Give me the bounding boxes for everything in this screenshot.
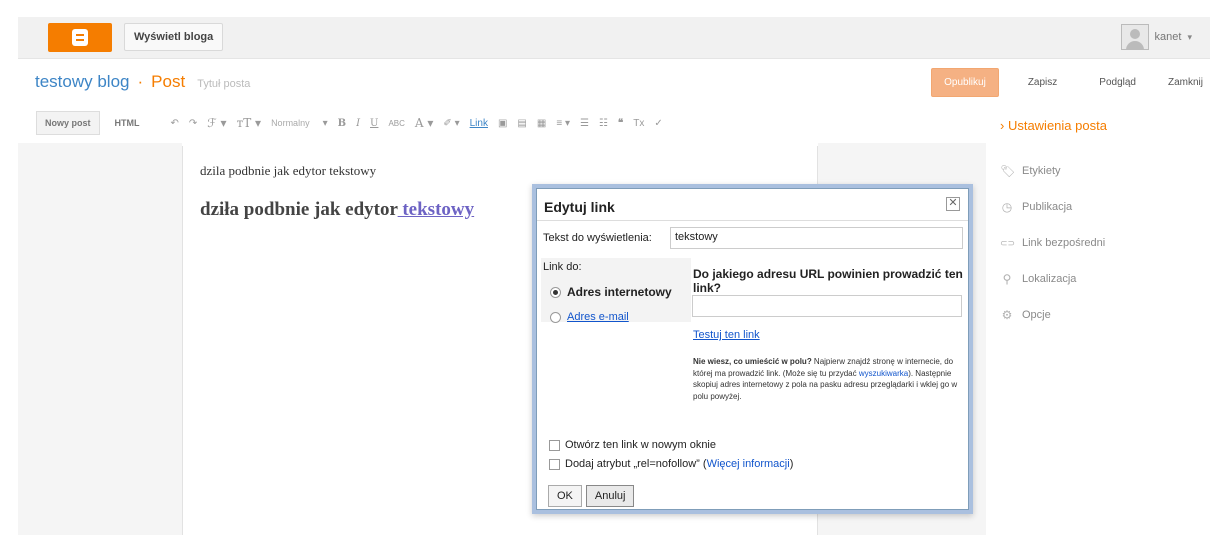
new-window-label[interactable]: Otwórz ten link w nowym oknie bbox=[565, 439, 716, 451]
sidebar-item-options[interactable]: ⚙ Opcje bbox=[1000, 297, 1200, 333]
post-title-row: testowy blog · Post Tytuł posta bbox=[35, 72, 250, 96]
more-info-close: ) bbox=[789, 458, 794, 470]
blogger-editor-page: Wyświetl bloga kanet ▾ testowy blog · Po… bbox=[0, 0, 1218, 535]
highlight-color-button[interactable]: ✐ ▾ bbox=[443, 118, 459, 129]
editor-toolbar: Nowy post HTML ↶ ↷ ℱ ▾ тT ▾ Normalny ▾ B… bbox=[36, 110, 986, 136]
more-info-open: ( bbox=[699, 458, 707, 470]
dialog-title: Edytuj link bbox=[544, 199, 615, 215]
display-text-input[interactable]: tekstowy bbox=[670, 227, 963, 249]
avatar[interactable] bbox=[1120, 24, 1149, 50]
help-bold: Nie wiesz, co umieścić w polu? bbox=[693, 357, 812, 366]
edit-link-dialog: Edytuj link ✕ Tekst do wyświetlenia: tek… bbox=[532, 184, 973, 514]
email-address-label[interactable]: Adres e-mail bbox=[567, 311, 629, 323]
bullet-list-icon[interactable]: ☷ bbox=[599, 118, 608, 129]
editor-heading-text[interactable]: dziła podbnie jak edytor bbox=[200, 199, 398, 220]
font-family-icon[interactable]: ℱ ▾ bbox=[207, 116, 226, 130]
html-mode-button[interactable]: HTML bbox=[106, 111, 149, 135]
search-engine-link[interactable]: wyszukiwarka bbox=[859, 369, 908, 378]
close-button[interactable]: Zamknij bbox=[1153, 68, 1218, 97]
sidebar-item-label: Opcje bbox=[1022, 309, 1051, 321]
radio-web-address[interactable] bbox=[550, 286, 561, 298]
blogger-logo-icon[interactable] bbox=[48, 23, 112, 52]
editor-link-text[interactable]: tekstowy bbox=[398, 199, 474, 220]
web-address-option[interactable]: Adres internetowy bbox=[550, 285, 672, 299]
publish-button[interactable]: Opublikuj bbox=[931, 67, 999, 97]
post-settings-heading[interactable]: › Ustawienia posta bbox=[1000, 118, 1200, 133]
blog-name-link[interactable]: testowy blog bbox=[35, 72, 130, 92]
chevron-down-icon[interactable]: ▾ bbox=[1187, 32, 1192, 43]
font-size-icon[interactable]: тT ▾ bbox=[237, 116, 261, 130]
location-pin-icon: ⚲ bbox=[1002, 272, 1012, 286]
compose-mode-button[interactable]: Nowy post bbox=[36, 111, 100, 135]
link-button[interactable]: Link bbox=[470, 118, 488, 129]
format-dropdown[interactable]: Normalny bbox=[271, 118, 310, 128]
ok-button[interactable]: OK bbox=[548, 485, 582, 507]
nofollow-label[interactable]: Dodaj atrybut „rel=nofollow” (Więcej inf… bbox=[565, 458, 793, 470]
text-color-button[interactable]: A ▾ bbox=[415, 116, 434, 130]
nofollow-text[interactable]: Dodaj atrybut „rel=nofollow” bbox=[565, 458, 700, 470]
preview-button[interactable]: Podgląd bbox=[1084, 68, 1151, 97]
email-address-option[interactable]: Adres e-mail bbox=[550, 311, 629, 323]
undo-icon[interactable]: ↶ bbox=[171, 118, 179, 129]
editor-paragraph[interactable]: dzila podbnie jak edytor tekstowy bbox=[200, 163, 376, 179]
italic-button[interactable]: I bbox=[356, 118, 360, 129]
image-icon[interactable]: ▣ bbox=[498, 118, 507, 129]
display-text-label: Tekst do wyświetlenia: bbox=[543, 232, 652, 244]
clock-icon: ◷ bbox=[1001, 200, 1013, 214]
nofollow-option[interactable]: Dodaj atrybut „rel=nofollow” (Więcej inf… bbox=[549, 458, 793, 470]
radio-email-address[interactable] bbox=[550, 311, 561, 323]
post-label: Post bbox=[151, 72, 186, 91]
sidebar-item-label: Publikacja bbox=[1022, 201, 1073, 213]
strikethrough-button[interactable]: ABC bbox=[388, 119, 404, 128]
tag-icon: 🏷 bbox=[1000, 164, 1016, 178]
new-window-option[interactable]: Otwórz ten link w nowym oknie bbox=[549, 439, 716, 451]
link-to-label: Link do: bbox=[543, 261, 582, 273]
sidebar-item-label: Etykiety bbox=[1022, 165, 1061, 177]
dialog-body: Edytuj link ✕ Tekst do wyświetlenia: tek… bbox=[536, 188, 969, 510]
url-input[interactable] bbox=[692, 295, 962, 317]
dialog-divider bbox=[537, 220, 968, 221]
sidebar-item-label: Lokalizacja bbox=[1022, 273, 1077, 285]
format-chevron-icon[interactable]: ▾ bbox=[323, 118, 328, 129]
new-window-checkbox[interactable] bbox=[549, 439, 560, 451]
spellcheck-icon[interactable]: ✓ bbox=[654, 118, 662, 129]
numbered-list-icon[interactable]: ☰ bbox=[580, 118, 589, 129]
top-bar: Wyświetl bloga kanet ▾ bbox=[18, 17, 1210, 59]
dialog-buttons: OK Anuluj bbox=[548, 485, 635, 507]
post-actions: Opublikuj Zapisz Podgląd Zamknij bbox=[931, 67, 1218, 97]
bold-button[interactable]: B bbox=[338, 118, 346, 129]
sidebar-item-label: Link bezpośredni bbox=[1022, 237, 1106, 249]
jump-break-icon[interactable]: ▦ bbox=[537, 118, 546, 129]
sidebar-item-labels[interactable]: 🏷 Etykiety bbox=[1000, 153, 1200, 189]
sidebar-item-schedule[interactable]: ◷ Publikacja bbox=[1000, 189, 1200, 225]
more-info-link[interactable]: Więcej informacji bbox=[707, 458, 790, 470]
sidebar-item-location[interactable]: ⚲ Lokalizacja bbox=[1000, 261, 1200, 297]
close-icon[interactable]: ✕ bbox=[946, 197, 960, 211]
user-name[interactable]: kanet bbox=[1155, 31, 1182, 43]
clear-formatting-icon[interactable]: Tx bbox=[633, 118, 644, 129]
align-icon[interactable]: ≡ ▾ bbox=[556, 118, 570, 129]
nofollow-checkbox[interactable] bbox=[549, 458, 560, 470]
web-address-label[interactable]: Adres internetowy bbox=[567, 285, 672, 299]
save-button[interactable]: Zapisz bbox=[1013, 68, 1072, 97]
gear-icon: ⚙ bbox=[1001, 308, 1013, 322]
view-blog-button[interactable]: Wyświetl bloga bbox=[124, 23, 224, 51]
left-margin bbox=[18, 143, 182, 535]
post-separator: · bbox=[137, 72, 144, 91]
help-text: Nie wiesz, co umieścić w polu? Najpierw … bbox=[693, 356, 961, 402]
url-question: Do jakiego adresu URL powinien prowadzić… bbox=[693, 267, 963, 295]
user-menu[interactable]: kanet ▾ bbox=[1120, 23, 1192, 51]
post-settings-sidebar: › Ustawienia posta 🏷 Etykiety ◷ Publikac… bbox=[1000, 118, 1200, 333]
cancel-button[interactable]: Anuluj bbox=[585, 485, 635, 507]
redo-icon[interactable]: ↷ bbox=[189, 118, 197, 129]
test-link[interactable]: Testuj ten link bbox=[693, 329, 760, 341]
editor-heading[interactable]: dziła podbnie jak edytor tekstowy bbox=[200, 199, 474, 221]
sidebar-item-permalink[interactable]: ⊂⊃ Link bezpośredni bbox=[1000, 225, 1200, 261]
post-title-input[interactable]: Tytuł posta bbox=[197, 78, 250, 90]
video-icon[interactable]: ▤ bbox=[517, 118, 526, 129]
quote-icon[interactable]: ❝ bbox=[618, 118, 623, 129]
link-icon: ⊂⊃ bbox=[1000, 237, 1016, 248]
underline-button[interactable]: U bbox=[370, 118, 378, 129]
